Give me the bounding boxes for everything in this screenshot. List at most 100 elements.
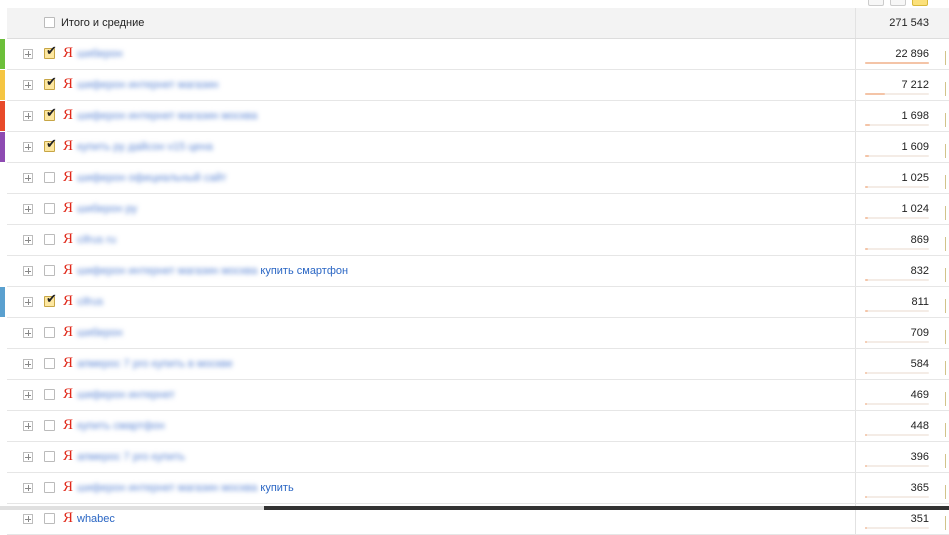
plus-square-icon[interactable] (23, 328, 33, 338)
table-row[interactable]: ✔ Яшиферон интернет магазин 7 212 (0, 70, 949, 101)
row-checkbox[interactable]: ✔ (44, 106, 57, 121)
table-row[interactable]: Яcifrus ru 869 (7, 225, 949, 256)
row-checkbox[interactable]: ✔ (44, 75, 57, 90)
yandex-logo-icon: Я (63, 107, 74, 123)
table-row[interactable]: Яшиферон интернет магазин москва купить 36… (7, 473, 949, 504)
table-row[interactable]: Яапмерос 7 pro купить 396 (7, 442, 949, 473)
plus-square-icon[interactable] (23, 514, 33, 524)
search-phrase-blurred: шиберон (77, 48, 123, 60)
column-separator (855, 39, 856, 69)
search-phrase-link[interactable]: шиберон ру (77, 203, 140, 215)
share-bar (865, 186, 868, 188)
plus-square-icon[interactable] (23, 483, 33, 493)
table-row[interactable]: Яшиферон официальный сайт 1 025 (7, 163, 949, 194)
search-phrase-link[interactable]: апмерос 7 pro купить (77, 451, 188, 463)
plus-square-icon[interactable] (23, 235, 33, 245)
table-row[interactable]: Якупить смартфон 448 (7, 411, 949, 442)
next-column-edge (945, 516, 949, 530)
table-row[interactable]: Яапмерос 7 pro купить в москве 584 (7, 349, 949, 380)
plus-square-icon[interactable] (23, 266, 33, 276)
search-phrase-link[interactable]: апмерос 7 pro купить в москве (77, 358, 236, 370)
column-separator (855, 70, 856, 100)
search-phrase-link[interactable]: шиферон интернет (77, 389, 178, 401)
next-column-edge (945, 299, 949, 313)
row-checkbox[interactable]: ✔ (44, 137, 57, 152)
plus-square-icon[interactable] (23, 452, 33, 462)
search-phrase-link[interactable]: whabec (77, 513, 115, 525)
series-color-stripe (0, 70, 5, 100)
yandex-logo-icon: Я (63, 262, 74, 278)
next-column-edge (945, 175, 949, 189)
search-phrase-link[interactable]: шиферон интернет магазин (77, 79, 222, 91)
plus-square-icon[interactable] (23, 111, 33, 121)
table-row[interactable]: Яшиберон 709 (7, 318, 949, 349)
search-phrase-link[interactable]: шиферон интернет магазин москва купить см… (77, 265, 348, 277)
series-color-stripe (0, 287, 5, 317)
search-phrase-link[interactable]: купить ру дайсон v15 цена (77, 141, 216, 153)
search-phrase-link[interactable]: шиберон (77, 327, 126, 339)
next-column-edge (945, 485, 949, 499)
next-column-edge (945, 82, 949, 96)
toolbar-button-2[interactable] (890, 0, 906, 6)
row-checkbox[interactable] (44, 172, 55, 183)
search-phrase-blurred: купить ру дайсон v15 цена (77, 141, 213, 153)
row-checkbox[interactable] (44, 234, 55, 245)
plus-square-icon[interactable] (23, 80, 33, 90)
row-checkbox[interactable] (44, 327, 55, 338)
toolbar-button-1[interactable] (868, 0, 884, 6)
row-checkbox[interactable] (44, 203, 55, 214)
share-bar (865, 62, 929, 64)
next-column-edge (945, 268, 949, 282)
table-row[interactable]: ✔ Яшиферон интернет магазин москва 1 698 (0, 101, 949, 132)
table-row[interactable]: ✔ Яшиберон 22 896 (0, 39, 949, 70)
column-separator (855, 442, 856, 472)
row-checkbox[interactable]: ✔ (44, 292, 57, 307)
plus-square-icon[interactable] (23, 359, 33, 369)
row-checkbox[interactable] (44, 420, 55, 431)
visits-value: 365 (910, 482, 929, 494)
share-bar-track (865, 341, 929, 343)
search-phrase-link[interactable]: шиферон официальный сайт (77, 172, 230, 184)
row-checkbox[interactable] (44, 358, 55, 369)
column-separator (855, 318, 856, 348)
plus-square-icon[interactable] (23, 390, 33, 400)
share-bar-track (865, 217, 929, 219)
plus-square-icon[interactable] (23, 49, 33, 59)
plus-square-icon[interactable] (23, 173, 33, 183)
select-all-checkbox[interactable] (44, 17, 55, 28)
search-phrase-link[interactable]: шиферон интернет магазин москва купить (77, 482, 294, 494)
column-separator (855, 101, 856, 131)
row-checkbox[interactable] (44, 513, 55, 524)
visits-value: 448 (910, 420, 929, 432)
series-color-stripe (0, 101, 5, 131)
search-phrase-text: whabec (77, 513, 115, 525)
search-phrase-link[interactable]: шиберон (77, 48, 126, 60)
toolbar-button-active[interactable] (912, 0, 928, 6)
plus-square-icon[interactable] (23, 297, 33, 307)
yandex-logo-icon: Я (63, 355, 74, 371)
yandex-logo-icon: Я (63, 417, 74, 433)
table-row[interactable]: ✔ Яcifrus 811 (0, 287, 949, 318)
table-row[interactable]: Яшиферон интернет 469 (7, 380, 949, 411)
table-row[interactable]: Яшиберон ру 1 024 (7, 194, 949, 225)
plus-square-icon[interactable] (23, 421, 33, 431)
plus-square-icon[interactable] (23, 142, 33, 152)
table-row[interactable]: ✔ Якупить ру дайсон v15 цена 1 609 (0, 132, 949, 163)
search-phrase-link[interactable]: cifrus (77, 296, 106, 308)
visits-value: 869 (910, 234, 929, 246)
visits-value: 709 (910, 327, 929, 339)
search-phrase-link[interactable]: шиферон интернет магазин москва (77, 110, 260, 122)
search-phrase-link[interactable]: купить смартфон (77, 420, 168, 432)
row-checkbox[interactable] (44, 451, 55, 462)
search-phrase-link[interactable]: cifrus ru (77, 234, 119, 246)
visits-value: 351 (910, 513, 929, 525)
plus-square-icon[interactable] (23, 204, 33, 214)
share-bar (865, 217, 868, 219)
horizontal-scrollbar[interactable] (264, 506, 949, 510)
row-checkbox[interactable] (44, 482, 55, 493)
yandex-logo-icon: Я (63, 324, 74, 340)
row-checkbox[interactable] (44, 389, 55, 400)
row-checkbox[interactable]: ✔ (44, 44, 57, 59)
table-row[interactable]: Яшиферон интернет магазин москва купить с… (7, 256, 949, 287)
row-checkbox[interactable] (44, 265, 55, 276)
